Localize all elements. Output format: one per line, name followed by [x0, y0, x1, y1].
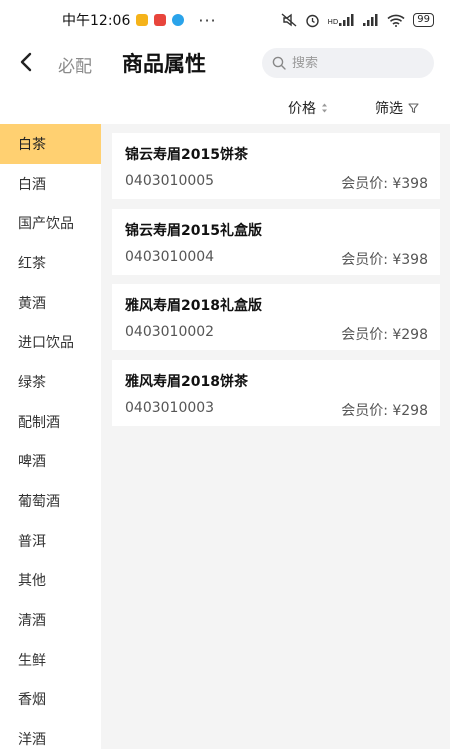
category-sidebar: 白茶 白酒 国产饮品 红茶 黄酒 进口饮品 绿茶 配制酒 啤酒 葡萄酒 普洱 其… — [0, 124, 101, 749]
wifi-icon — [387, 14, 405, 27]
category-label: 洋酒 — [18, 732, 46, 749]
product-card[interactable]: 雅风寿眉2018礼盒版 0403010002 会员价: ¥298 — [112, 284, 440, 350]
product-code: 0403010005 — [125, 173, 215, 189]
member-price: 会员价: ¥398 — [341, 251, 428, 268]
category-item[interactable]: 白酒 — [0, 164, 101, 204]
alarm-icon — [305, 14, 319, 27]
notification-icon-yellow — [136, 14, 149, 26]
category-item[interactable]: 红茶 — [0, 243, 101, 283]
category-label: 国产饮品 — [18, 216, 74, 233]
search-box[interactable] — [262, 48, 434, 78]
category-item[interactable]: 进口饮品 — [0, 322, 101, 362]
category-label: 普洱 — [18, 533, 46, 550]
member-price: 会员价: ¥398 — [341, 176, 428, 192]
search-input[interactable] — [292, 55, 422, 71]
sort-arrows-icon — [322, 103, 327, 113]
category-label: 进口饮品 — [18, 335, 74, 352]
category-item[interactable]: 白茶 — [0, 124, 101, 164]
category-item[interactable]: 葡萄酒 — [0, 481, 101, 521]
search-icon — [272, 56, 286, 70]
category-label: 其他 — [18, 573, 46, 590]
category-item[interactable]: 生鲜 — [0, 640, 101, 680]
category-label: 香烟 — [18, 692, 46, 709]
category-item[interactable]: 啤酒 — [0, 442, 101, 482]
top-nav-bar: 必配 商品属性 — [0, 40, 450, 86]
category-item[interactable]: 洋酒 — [0, 719, 101, 749]
member-price: 会员价: ¥298 — [341, 402, 428, 419]
status-indicators: HD 99 — [281, 13, 434, 28]
product-code: 0403010003 — [125, 399, 215, 416]
category-label: 红茶 — [18, 255, 46, 272]
category-label: 生鲜 — [18, 652, 46, 669]
category-label: 白酒 — [18, 176, 46, 193]
category-item[interactable]: 清酒 — [0, 600, 101, 640]
category-label: 配制酒 — [18, 414, 60, 431]
sort-bar: 价格 筛选 — [0, 90, 450, 126]
product-card[interactable]: 锦云寿眉2015礼盒版 0403010004 会员价: ¥398 — [112, 208, 440, 275]
sort-price-label: 价格 — [288, 101, 316, 117]
category-label: 黄酒 — [18, 295, 46, 312]
category-label: 啤酒 — [18, 454, 46, 471]
notification-icon-red — [154, 14, 167, 26]
hd-signal-icon: HD — [328, 14, 356, 26]
product-code: 0403010004 — [125, 248, 215, 265]
category-item[interactable]: 普洱 — [0, 521, 101, 561]
product-name: 雅风寿眉2018饼茶 — [125, 373, 248, 390]
filter-button[interactable]: 筛选 — [375, 98, 419, 118]
category-item[interactable]: 香烟 — [0, 680, 101, 720]
back-arrow-icon[interactable] — [16, 51, 38, 73]
product-code: 0403010002 — [125, 324, 215, 340]
product-list: 锦云寿眉2015饼茶 0403010005 会员价: ¥398 锦云寿眉2015… — [101, 124, 450, 749]
page-title: 商品属性 — [122, 52, 206, 76]
status-bar: 中午12:06 ··· HD 99 — [0, 0, 450, 40]
cell-signal-icon — [363, 14, 378, 26]
brand-label: 必配 — [58, 57, 92, 77]
more-notifications-icon: ··· — [198, 10, 217, 30]
category-label: 葡萄酒 — [18, 494, 60, 511]
status-time: 中午12:06 — [62, 13, 131, 29]
product-name: 锦云寿眉2015礼盒版 — [125, 222, 262, 239]
product-card[interactable]: 锦云寿眉2015饼茶 0403010005 会员价: ¥398 — [112, 133, 440, 199]
category-item[interactable]: 黄酒 — [0, 283, 101, 323]
battery-icon: 99 — [413, 13, 434, 27]
category-label: 白茶 — [18, 136, 46, 153]
product-name: 锦云寿眉2015饼茶 — [125, 147, 248, 163]
category-label: 清酒 — [18, 613, 46, 630]
product-card[interactable]: 雅风寿眉2018饼茶 0403010003 会员价: ¥298 — [112, 359, 440, 426]
sort-by-price-button[interactable]: 价格 — [288, 98, 328, 118]
category-item[interactable]: 国产饮品 — [0, 203, 101, 243]
category-item[interactable]: 其他 — [0, 561, 101, 601]
member-price: 会员价: ¥298 — [341, 327, 428, 343]
notification-icon-blue — [172, 14, 185, 26]
category-item[interactable]: 绿茶 — [0, 362, 101, 402]
product-name: 雅风寿眉2018礼盒版 — [125, 298, 262, 314]
category-label: 绿茶 — [18, 374, 46, 391]
filter-icon — [408, 102, 419, 113]
category-item[interactable]: 配制酒 — [0, 402, 101, 442]
mute-icon — [281, 13, 297, 27]
filter-label: 筛选 — [375, 101, 403, 117]
